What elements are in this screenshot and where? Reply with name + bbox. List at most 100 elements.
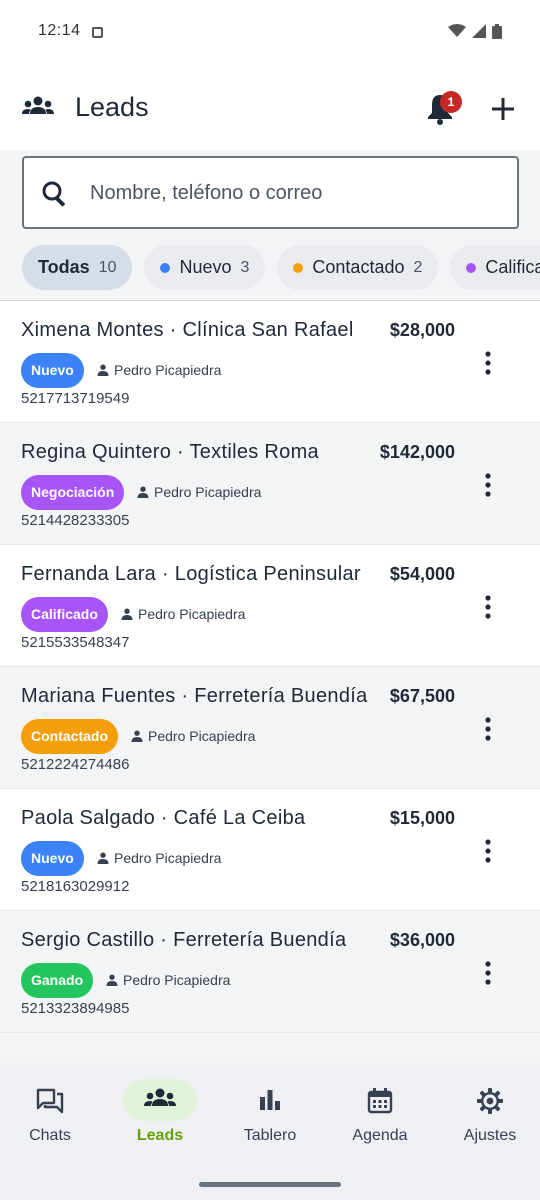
person-icon bbox=[106, 974, 118, 986]
more-options-button[interactable] bbox=[480, 473, 496, 497]
lead-phone: 5215533548347 bbox=[21, 634, 130, 651]
person-icon bbox=[121, 608, 133, 620]
lead-amount: $36,000 bbox=[389, 930, 455, 950]
nav-label: Tablero bbox=[243, 1127, 297, 1144]
search-box bbox=[22, 156, 519, 229]
app-bar: Leads 1 bbox=[0, 50, 540, 150]
more-vert-icon bbox=[485, 961, 491, 985]
more-vert-icon bbox=[485, 351, 491, 375]
lead-row[interactable]: Regina Quintero · Textiles Roma $142,000 N… bbox=[0, 423, 540, 545]
chat-icon bbox=[36, 1088, 64, 1114]
lead-row[interactable]: Mariana Fuentes · Ferretería Buendía $67,… bbox=[0, 667, 540, 789]
lead-phone: 5212224274486 bbox=[21, 756, 130, 773]
lead-owner: Pedro Picapiedra bbox=[106, 972, 230, 988]
more-vert-icon bbox=[485, 839, 491, 863]
more-options-button[interactable] bbox=[480, 839, 496, 863]
filter-chip-contactado[interactable]: Contactado 2 bbox=[277, 245, 439, 290]
groups-icon bbox=[22, 96, 54, 114]
more-vert-icon bbox=[485, 595, 491, 619]
battery-icon bbox=[492, 24, 502, 39]
lead-row[interactable]: Fernanda Lara · Logística Peninsular $54,… bbox=[0, 545, 540, 667]
lead-owner: Pedro Picapiedra bbox=[137, 484, 261, 500]
nav-item-chats[interactable]: Chats bbox=[0, 1079, 100, 1159]
status-dot bbox=[466, 262, 477, 273]
filter-chip-label: Nuevo bbox=[179, 257, 232, 277]
lead-row[interactable]: Sergio Castillo · Ferretería Buendía $36,… bbox=[0, 911, 540, 1033]
lead-owner: Pedro Picapiedra bbox=[131, 728, 255, 744]
status-badge: Calificado bbox=[21, 597, 108, 632]
search-input[interactable] bbox=[90, 176, 490, 210]
status-badge: Nuevo bbox=[21, 353, 84, 388]
lead-amount: $28,000 bbox=[389, 320, 455, 340]
status-badge: Negociación bbox=[21, 475, 125, 510]
lead-phone: 5218163029912 bbox=[21, 878, 130, 895]
filter-chip-label: Contactado bbox=[312, 257, 405, 277]
lead-owner-name: Pedro Picapiedra bbox=[114, 362, 222, 378]
person-icon bbox=[131, 730, 143, 742]
nav-label: Leads bbox=[136, 1127, 184, 1144]
lead-amount: $15,000 bbox=[389, 808, 455, 828]
lead-name: Ximena Montes · Clínica San Rafael bbox=[21, 319, 354, 341]
status-badge: Contactado bbox=[21, 719, 118, 754]
filter-chip-calificado[interactable]: Calificado bbox=[450, 245, 540, 290]
signal-icon bbox=[472, 24, 486, 38]
nav-item-tablero[interactable]: Tablero bbox=[220, 1079, 320, 1159]
bottom-nav: Chats Leads Tablero Agenda Ajustes bbox=[0, 1063, 540, 1200]
more-options-button[interactable] bbox=[480, 351, 496, 375]
nav-item-leads[interactable]: Leads bbox=[110, 1079, 210, 1159]
status-badge: Nuevo bbox=[21, 841, 84, 876]
status-icons bbox=[448, 24, 502, 39]
nav-item-ajustes[interactable]: Ajustes bbox=[440, 1079, 540, 1159]
leads-list: Ximena Montes · Clínica San Rafael $28,00… bbox=[0, 300, 540, 1033]
page-title: Leads bbox=[75, 92, 149, 122]
lead-phone: 5217713719549 bbox=[21, 390, 130, 407]
lead-owner-name: Pedro Picapiedra bbox=[154, 484, 262, 500]
notification-a-icon bbox=[92, 27, 103, 38]
status-dot bbox=[160, 262, 171, 273]
person-icon bbox=[137, 486, 149, 498]
filter-chip-count: 3 bbox=[240, 258, 250, 276]
filter-chip-label: Calificado bbox=[485, 257, 540, 277]
filter-chip-count: 10 bbox=[98, 258, 117, 276]
lead-amount: $142,000 bbox=[379, 442, 455, 462]
lead-amount: $54,000 bbox=[389, 564, 455, 584]
lead-name: Sergio Castillo · Ferretería Buendía bbox=[21, 929, 347, 951]
lead-owner-name: Pedro Picapiedra bbox=[123, 972, 231, 988]
status-dot bbox=[293, 262, 304, 273]
nav-label: Chats bbox=[29, 1127, 71, 1144]
groups-icon bbox=[144, 1088, 176, 1106]
lead-phone: 5214428233305 bbox=[21, 512, 130, 529]
lead-owner-name: Pedro Picapiedra bbox=[138, 606, 246, 622]
status-badge: Ganado bbox=[21, 963, 94, 998]
notification-badge: 1 bbox=[440, 91, 462, 113]
lead-owner-name: Pedro Picapiedra bbox=[148, 728, 256, 744]
more-options-button[interactable] bbox=[480, 595, 496, 619]
search-icon bbox=[42, 181, 66, 207]
filter-chip-count: 2 bbox=[413, 258, 423, 276]
more-options-button[interactable] bbox=[480, 717, 496, 741]
lead-phone: 5213323894985 bbox=[21, 1000, 130, 1017]
more-options-button[interactable] bbox=[480, 961, 496, 985]
filter-chip-todas[interactable]: Todas 10 bbox=[22, 245, 133, 290]
nav-label: Agenda bbox=[352, 1127, 408, 1144]
wifi-icon bbox=[448, 24, 466, 37]
lead-owner: Pedro Picapiedra bbox=[97, 850, 221, 866]
lead-owner: Pedro Picapiedra bbox=[121, 606, 245, 622]
lead-owner: Pedro Picapiedra bbox=[97, 362, 221, 378]
lead-row[interactable]: Paola Salgado · Café La Ceiba $15,000 Nuev… bbox=[0, 789, 540, 911]
lead-name: Regina Quintero · Textiles Roma bbox=[21, 441, 319, 463]
person-icon bbox=[97, 364, 109, 376]
gear-icon bbox=[477, 1088, 503, 1114]
bar-chart-icon bbox=[260, 1090, 280, 1110]
lead-row[interactable]: Ximena Montes · Clínica San Rafael $28,00… bbox=[0, 301, 540, 423]
filter-chip-label: Todas bbox=[38, 257, 90, 277]
lead-amount: $67,500 bbox=[389, 686, 455, 706]
more-vert-icon bbox=[485, 717, 491, 741]
lead-name: Paola Salgado · Café La Ceiba bbox=[21, 807, 306, 829]
lead-owner-name: Pedro Picapiedra bbox=[114, 850, 222, 866]
add-icon[interactable] bbox=[490, 96, 516, 122]
home-indicator bbox=[199, 1182, 341, 1187]
nav-item-agenda[interactable]: Agenda bbox=[330, 1079, 430, 1159]
filter-chip-nuevo[interactable]: Nuevo 3 bbox=[144, 245, 266, 290]
person-icon bbox=[97, 852, 109, 864]
